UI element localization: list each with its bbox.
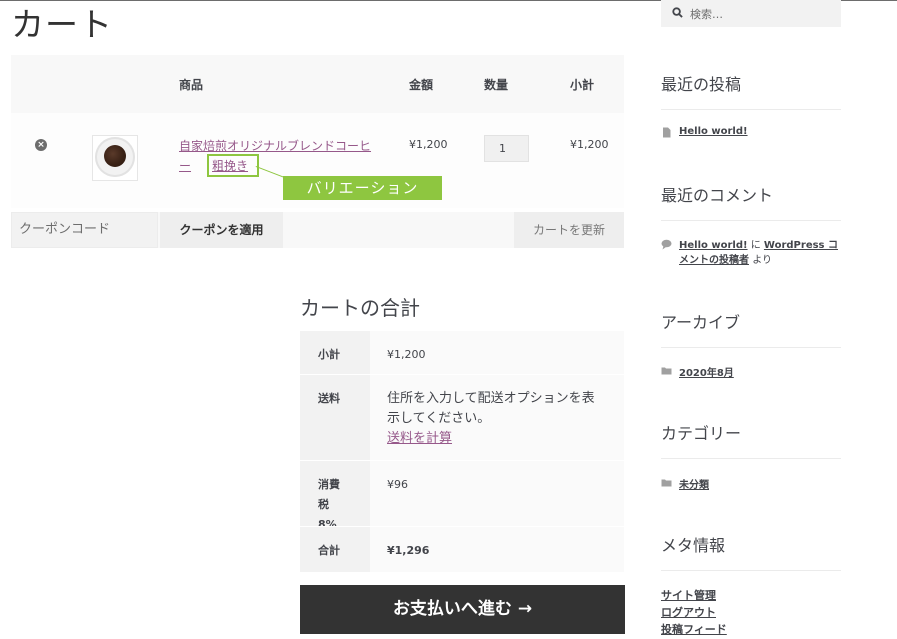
cart-table-header [11,55,624,113]
recent-posts-title: 最近の投稿 [661,75,742,94]
cart-totals-table: 小計 ¥1,200 送料 住所を入力して配送オプションを表示してください。 送料… [300,330,624,572]
archives-title: アーカイブ [661,313,741,332]
folder-icon [661,367,672,375]
remove-item-icon[interactable]: × [35,139,47,151]
comment-post-link[interactable]: Hello world! [679,240,748,251]
search-placeholder: 検索… [690,8,723,21]
folder-icon [661,479,672,487]
apply-coupon-button[interactable]: クーポンを適用 [160,212,283,248]
divider [661,570,841,571]
meta-title: メタ情報 [661,536,726,555]
shipping-message: 住所を入力して配送オプションを表示してください。 [387,391,595,426]
total-row: 合計 ¥1,296 [300,526,624,572]
variation-callout: バリエーション [283,176,442,200]
header-price: 金額 [409,78,434,92]
subtotal-label: 小計 [300,331,370,374]
subtotal-row: 小計 ¥1,200 [300,330,624,374]
comment-on-text: に [750,240,761,251]
shipping-label: 送料 [300,375,370,460]
product-thumbnail[interactable] [92,135,138,181]
quantity-input[interactable]: 1 [484,135,529,162]
meta-link-logout[interactable]: ログアウト [661,604,727,621]
divider [661,109,841,110]
meta-links: サイト管理 ログアウト 投稿フィード [661,587,727,638]
divider [661,458,841,459]
variation-link[interactable]: 粗挽き [212,157,248,174]
tax-row: 消費税8% ¥96 [300,460,624,531]
header-subtotal: 小計 [570,78,595,92]
archive-link[interactable]: 2020年8月 [679,364,734,379]
document-icon [663,127,671,138]
proceed-to-checkout-button[interactable]: お支払いへ進む → [300,585,625,634]
recent-comment: Hello world! に WordPress コメントの投稿者 より [679,238,841,268]
total-value: ¥1,296 [370,527,624,572]
header-product: 商品 [179,78,204,92]
divider [661,220,841,221]
meta-link-admin[interactable]: サイト管理 [661,587,727,604]
tax-label: 消費税8% [300,461,370,531]
item-subtotal: ¥1,200 [570,138,609,151]
recent-comments-title: 最近のコメント [661,186,774,205]
search-input[interactable] [661,0,841,27]
coupon-code-input[interactable]: クーポンコード [11,212,158,248]
search-icon [672,7,683,18]
coffee-beans-image [104,145,126,167]
cart-totals-title: カートの合計 [300,296,420,320]
subtotal-value: ¥1,200 [370,331,624,374]
category-link[interactable]: 未分類 [679,476,709,491]
total-label: 合計 [300,527,370,572]
comment-suffix: より [752,255,772,266]
recent-post-link[interactable]: Hello world! [679,126,748,137]
page-title: カート [11,5,113,44]
meta-link-feed[interactable]: 投稿フィード [661,621,727,638]
calculate-shipping-link[interactable]: 送料を計算 [387,429,624,449]
categories-title: カテゴリー [661,424,742,443]
update-cart-button[interactable]: カートを更新 [514,212,624,248]
comment-icon [661,239,672,250]
header-quantity: 数量 [484,78,509,92]
shipping-value: 住所を入力して配送オプションを表示してください。 送料を計算 [370,375,624,460]
shipping-row: 送料 住所を入力して配送オプションを表示してください。 送料を計算 [300,374,624,460]
divider [661,347,841,348]
item-price: ¥1,200 [409,138,448,151]
tax-value: ¥96 [370,461,624,526]
